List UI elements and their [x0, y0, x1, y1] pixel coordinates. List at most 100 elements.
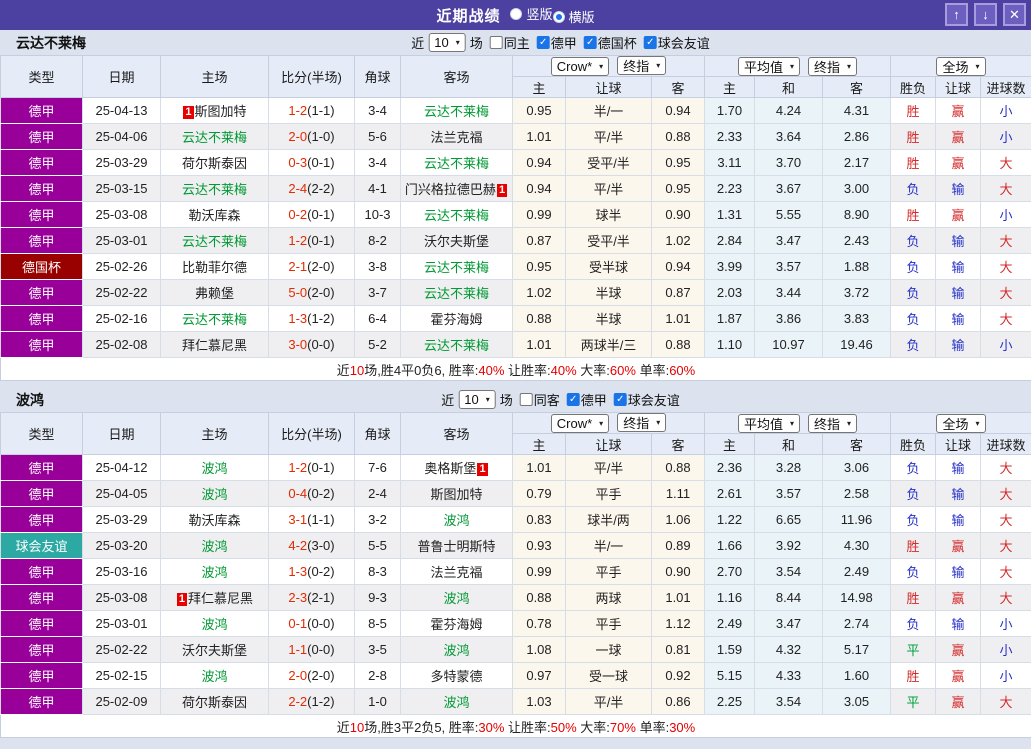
date-cell: 25-02-15: [83, 663, 161, 689]
filter-checkbox-item[interactable]: ✓球会友谊: [644, 33, 710, 52]
home-team-cell: 云达不莱梅: [161, 124, 269, 150]
halftime-score: (1-2): [307, 311, 334, 326]
filter-checkbox-item[interactable]: ✓德甲: [537, 33, 577, 52]
odds-group-header-3: 全场▾: [891, 413, 1031, 434]
checkbox-checked-icon[interactable]: ✓: [567, 393, 580, 406]
halftime-score: (3-0): [307, 538, 334, 553]
home-team-name: 拜仁慕尼黑: [182, 338, 247, 353]
score-cell: 1-3(0-2): [269, 559, 355, 585]
avg-away-cell: 1.60: [823, 663, 891, 689]
home-team-cell: 勒沃库森: [161, 507, 269, 533]
final-index-select[interactable]: 终指▾: [808, 414, 857, 433]
result-handicap-cell: 赢: [936, 98, 981, 124]
filter-checkbox-item[interactable]: ✓德甲: [567, 390, 607, 409]
corner-cell: 8-2: [355, 228, 401, 254]
corner-cell: 3-4: [355, 98, 401, 124]
avg-home-cell: 1.66: [705, 533, 755, 559]
away-team-name: 云达不莱梅: [424, 156, 489, 171]
layout-radio-selected[interactable]: 横版: [553, 7, 595, 26]
match-row: 德甲25-04-06云达不莱梅2-0(1-0)5-6法兰克福1.01平/半0.8…: [1, 124, 1031, 150]
average-value-select[interactable]: 平均值▾: [738, 414, 800, 433]
games-count-select[interactable]: 10▾: [458, 390, 495, 409]
away-team-cell: 法兰克福: [401, 559, 513, 585]
full-match-select[interactable]: 全场▾: [936, 414, 985, 433]
filter-checkbox-item[interactable]: 同客: [520, 390, 560, 409]
summary-cell: 近10场,胜3平2负5, 胜率:30% 让胜率:50% 大率:70% 单率:30…: [1, 715, 1031, 738]
away-team-cell: 云达不莱梅: [401, 280, 513, 306]
bookmaker-select[interactable]: Crow*▾: [551, 414, 609, 433]
halftime-score: (2-1): [307, 590, 334, 605]
close-button[interactable]: ✕: [1003, 3, 1026, 26]
col-header-result-handicap: 让球: [936, 77, 981, 98]
handicap-away-odds-cell: 1.11: [652, 481, 705, 507]
league-cell: 德甲: [1, 481, 83, 507]
bookmaker-select[interactable]: Crow*▾: [551, 57, 609, 76]
away-team-name: 波鸿: [443, 513, 469, 528]
home-team-name: 云达不莱梅: [182, 130, 247, 145]
result-outcome-cell: 负: [891, 306, 936, 332]
filter-checkbox-item[interactable]: ✓德国杯: [584, 33, 637, 52]
result-handicap-cell: 输: [936, 481, 981, 507]
summary-text: 单率:: [636, 720, 669, 735]
score-cell: 2-2(1-2): [269, 689, 355, 715]
result-goals-cell: 大: [981, 689, 1031, 715]
checkbox-checked-icon[interactable]: ✓: [644, 36, 657, 49]
checkbox-unchecked-icon[interactable]: [520, 393, 533, 406]
col-header-away: 客场: [401, 413, 513, 455]
result-outcome-cell: 平: [891, 689, 936, 715]
result-goals-cell: 大: [981, 533, 1031, 559]
home-team-name: 比勒菲尔德: [182, 260, 247, 275]
date-cell: 25-03-01: [83, 611, 161, 637]
handicap-home-odds-cell: 0.88: [513, 306, 566, 332]
final-index-select[interactable]: 终指▾: [617, 56, 666, 75]
checkbox-checked-icon[interactable]: ✓: [584, 36, 597, 49]
summary-value: 60%: [610, 363, 636, 378]
final-index-select[interactable]: 终指 ▾: [808, 57, 857, 76]
handicap-away-odds-cell: 0.95: [652, 176, 705, 202]
result-handicap-cell: 赢: [936, 585, 981, 611]
checkbox-unchecked-icon[interactable]: [490, 36, 503, 49]
games-count-select[interactable]: 10▾: [428, 33, 465, 52]
final-index-select[interactable]: 终指▾: [617, 413, 666, 432]
checkbox-checked-icon[interactable]: ✓: [614, 393, 627, 406]
move-down-button[interactable]: ↓: [974, 3, 997, 26]
handicap-home-odds-cell: 1.01: [513, 332, 566, 358]
handicap-home-odds-cell: 0.87: [513, 228, 566, 254]
result-outcome-cell: 负: [891, 254, 936, 280]
chevron-down-icon: ▾: [847, 62, 851, 71]
layout-radio-option[interactable]: 竖版: [510, 4, 552, 23]
chevron-down-icon: ▾: [599, 62, 603, 71]
score-cell: 2-4(2-2): [269, 176, 355, 202]
avg-away-cell: 3.06: [823, 455, 891, 481]
score-cell: 1-2(1-1): [269, 98, 355, 124]
summary-text: 场,胜4平0负6, 胜率:: [364, 363, 478, 378]
result-outcome-cell: 负: [891, 481, 936, 507]
checkbox-checked-icon[interactable]: ✓: [537, 36, 550, 49]
full-match-select[interactable]: 全场▾: [936, 57, 985, 76]
away-team-cell: 波鸿: [401, 585, 513, 611]
odds-group-header-2: 平均值▾ 终指▾: [705, 413, 891, 434]
move-up-button[interactable]: ↑: [945, 3, 968, 26]
away-team-name: 普鲁士明斯特: [417, 539, 495, 554]
col-header-avg-draw: 和: [755, 77, 823, 98]
red-card-badge: 1: [183, 106, 193, 119]
filter-checkbox-item[interactable]: ✓球会友谊: [614, 390, 680, 409]
handicap-home-odds-cell: 0.94: [513, 176, 566, 202]
fulltime-score: 1-2: [288, 103, 307, 118]
filter-checkbox-item[interactable]: 同主: [490, 33, 530, 52]
away-team-name: 云达不莱梅: [424, 260, 489, 275]
handicap-home-odds-cell: 1.02: [513, 280, 566, 306]
match-row: 德甲25-03-01波鸿0-1(0-0)8-5霍芬海姆0.78平手1.122.4…: [1, 611, 1031, 637]
away-team-cell: 霍芬海姆: [401, 306, 513, 332]
home-team-name: 云达不莱梅: [182, 234, 247, 249]
col-header-result-outcome: 胜负: [891, 434, 936, 455]
away-team-cell: 云达不莱梅: [401, 202, 513, 228]
dropdown-value: 终指: [814, 57, 840, 76]
summary-text: 近: [337, 363, 350, 378]
avg-home-cell: 2.25: [705, 689, 755, 715]
away-team-name: 沃尔夫斯堡: [424, 234, 489, 249]
handicap-away-odds-cell: 0.94: [652, 98, 705, 124]
match-row: 德国杯25-02-26比勒菲尔德2-1(2-0)3-8云达不莱梅0.95受半球0…: [1, 254, 1031, 280]
average-value-select[interactable]: 平均值▾: [738, 57, 800, 76]
match-row: 德甲25-02-08拜仁慕尼黑3-0(0-0)5-2云达不莱梅1.01两球半/三…: [1, 332, 1031, 358]
